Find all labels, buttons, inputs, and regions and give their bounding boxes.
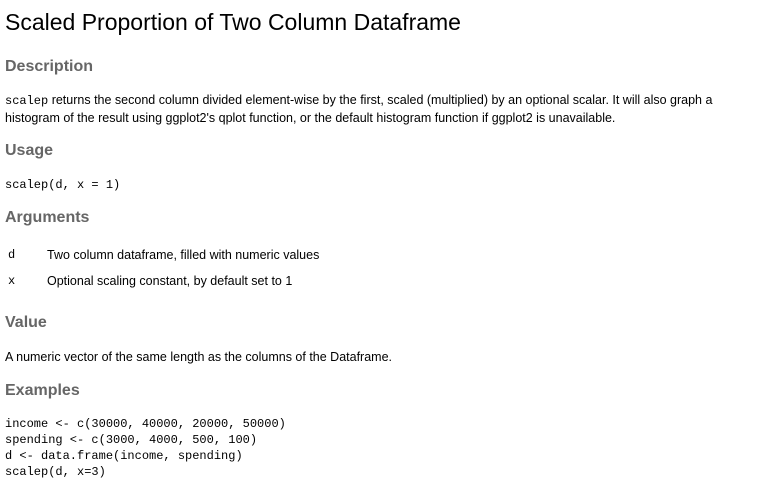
argument-name: d (8, 248, 16, 262)
value-text: A numeric vector of the same length as t… (5, 350, 392, 364)
description-line-1-rest: returns the second column divided elemen… (48, 93, 713, 107)
description-code-term: scalep (5, 94, 49, 108)
examples-code: income <- c(30000, 40000, 20000, 50000) … (5, 417, 286, 479)
description-heading: Description (5, 58, 94, 75)
description-line-1: scalep returns the second column divided… (5, 92, 755, 110)
description-text: scalep returns the second column divided… (5, 92, 755, 127)
argument-description: Two column dataframe, filled with numeri… (47, 248, 320, 262)
usage-code: scalep(d, x = 1) (5, 178, 121, 192)
description-line-2: histogram of the result using ggplot2's … (5, 111, 616, 125)
examples-heading: Examples (5, 382, 80, 399)
argument-name: x (8, 274, 16, 288)
arguments-heading: Arguments (5, 209, 90, 226)
value-heading: Value (5, 314, 47, 331)
usage-heading: Usage (5, 142, 54, 159)
argument-description: Optional scaling constant, by default se… (47, 274, 293, 288)
page-title: Scaled Proportion of Two Column Datafram… (5, 9, 461, 35)
